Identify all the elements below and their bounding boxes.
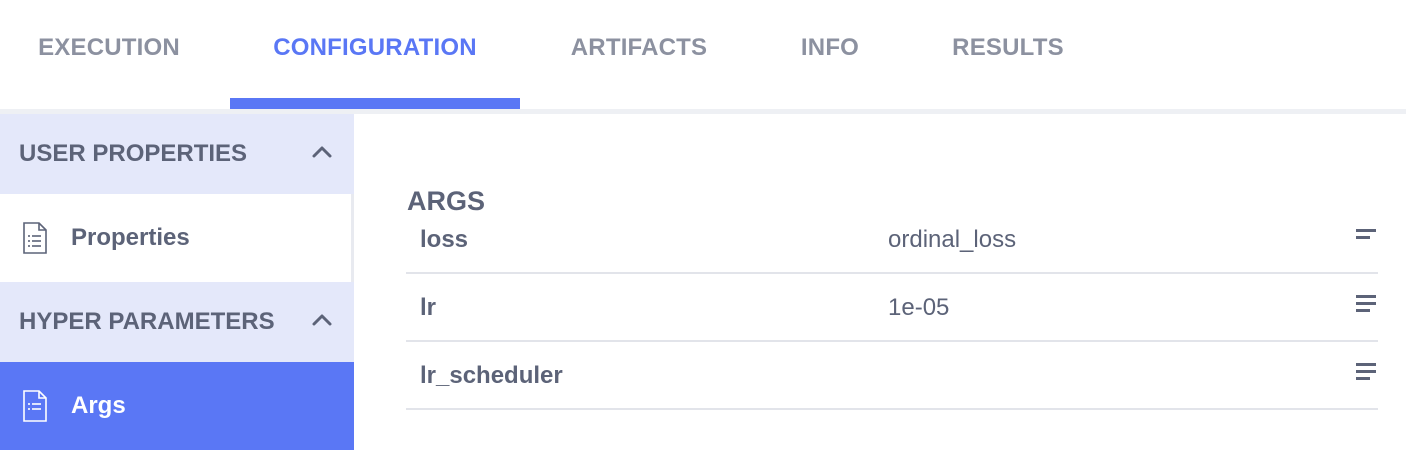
tab-artifacts[interactable]: ARTIFACTS <box>560 0 718 96</box>
args-table: loss ordinal_loss lr 1e-05 lr_scheduler <box>406 226 1378 416</box>
table-row: loss ordinal_loss <box>406 226 1378 274</box>
tab-results[interactable]: RESULTS <box>945 0 1071 96</box>
arg-value: 1e-05 <box>888 294 950 321</box>
hyper-parameters-label: HYPER PARAMETERS <box>19 308 275 335</box>
tab-info[interactable]: INFO <box>790 0 870 96</box>
hyper-parameters-header[interactable]: HYPER PARAMETERS <box>0 282 354 362</box>
value-menu-icon[interactable] <box>1356 362 1378 384</box>
section-title: ARGS <box>407 186 486 216</box>
document-list-icon <box>23 222 47 254</box>
table-row: lr 1e-05 <box>406 274 1378 342</box>
tab-configuration[interactable]: CONFIGURATION <box>230 0 520 96</box>
table-row: lr_scheduler <box>406 342 1378 410</box>
arg-key: lr_scheduler <box>420 362 563 389</box>
user-properties-label: USER PROPERTIES <box>19 140 248 167</box>
chevron-up-icon[interactable] <box>310 140 334 164</box>
user-properties-header[interactable]: USER PROPERTIES <box>0 114 354 194</box>
chevron-up-icon[interactable] <box>310 308 334 332</box>
main-content: ARGS loss ordinal_loss lr 1e-05 lr_sched… <box>357 114 1406 416</box>
sidebar-item-args[interactable]: Args <box>0 362 354 450</box>
arg-key: lr <box>420 294 437 321</box>
arg-key: loss <box>420 226 469 253</box>
document-list-icon <box>23 390 47 422</box>
sidebar-item-label: Properties <box>71 224 190 251</box>
sidebar-item-properties[interactable]: Properties <box>0 194 354 282</box>
tab-bar: EXECUTION CONFIGURATION ARTIFACTS INFO R… <box>0 0 1406 110</box>
arg-value: ordinal_loss <box>888 226 1017 253</box>
value-menu-icon[interactable] <box>1356 294 1378 316</box>
sidebar: USER PROPERTIES Properties HYPER PARAMET… <box>0 114 354 450</box>
value-menu-icon[interactable] <box>1356 226 1378 248</box>
tab-execution[interactable]: EXECUTION <box>30 0 188 96</box>
